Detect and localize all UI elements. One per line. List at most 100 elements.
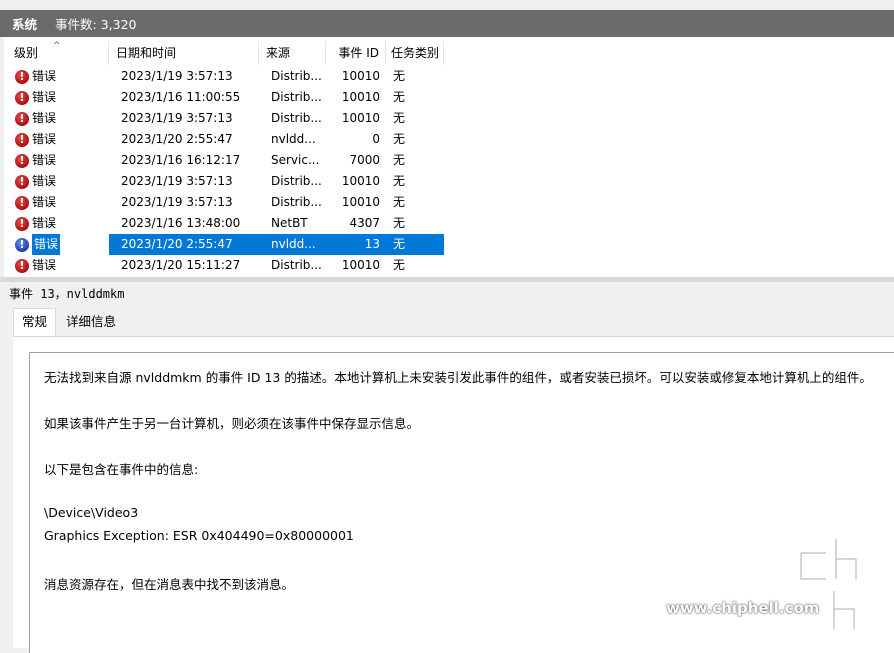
cell-source: Servic... [271,153,320,167]
level-text: 错误 [32,174,57,188]
cell-level: ! 错误 [9,171,109,192]
column-header-row: ^ 级别 日期和时间 来源 事件 ID 任务类别 [9,41,444,65]
table-row[interactable]: ! 错误 2023/1/16 13:48:00 NetBT 4307 无 [9,213,444,234]
cell-date: 2023/1/19 3:57:13 [121,69,233,83]
table-row[interactable]: ! 错误 2023/1/20 15:11:27 Distrib... 10010 无 [9,255,444,276]
cell-level: ! 错误 [9,108,109,129]
cell-task: 无 [393,90,406,104]
table-row[interactable]: ! 错误 2023/1/19 3:57:13 Distrib... 10010 无 [9,171,444,192]
cell-level: ! 错误 [9,234,109,255]
cell-event-id: 13 [364,237,380,251]
level-text: 错误 [32,258,57,272]
message-line: 无法找到来自源 nvlddmkm 的事件 ID 13 的描述。本地计算机上未安装… [44,370,872,385]
table-row[interactable]: ! 错误 2023/1/16 11:00:55 Distrib... 10010 无 [9,87,444,108]
table-row[interactable]: ! 错误 2023/1/19 3:57:13 Distrib... 10010 无 [9,108,444,129]
cell-level: ! 错误 [9,255,109,276]
cell-source: nvldd... [271,132,316,146]
cell-event-id: 4307 [349,216,380,230]
cell-event-id: 10010 [341,174,380,188]
message-line: Graphics Exception: ESR 0x404490=0x80000… [44,528,354,543]
column-header-task[interactable]: 任务类别 [386,41,444,65]
level-text: 错误 [32,111,57,125]
error-icon: ! [15,195,29,210]
log-name: 系统 [12,17,38,32]
cell-level: ! 错误 [9,66,109,87]
table-row[interactable]: ! 错误 2023/1/20 2:55:47 nvldd... 0 无 [9,129,444,150]
level-text: 错误 [32,132,57,146]
tab-details[interactable]: 详细信息 [58,309,124,335]
cell-task: 无 [393,237,406,251]
table-row[interactable]: ! 错误 2023/1/16 16:12:17 Servic... 7000 无 [9,150,444,171]
cell-level: ! 错误 [9,192,109,213]
level-text: 错误 [32,90,57,104]
cell-task: 无 [393,195,406,209]
chiphell-logo-icon [796,534,886,633]
error-icon: ! [15,69,29,84]
cell-date: 2023/1/19 3:57:13 [121,174,233,188]
event-list-pane: ^ 级别 日期和时间 来源 事件 ID 任务类别 ! 错误 2023/1/19 3:… [0,37,894,277]
message-line: \Device\Video3 [44,505,139,520]
cell-event-id: 10010 [341,69,380,83]
table-row[interactable]: ! 错误 2023/1/20 2:55:47 nvldd... 13 无 [9,234,444,255]
table-row[interactable]: ! 错误 2023/1/19 3:57:13 Distrib... 10010 无 [9,192,444,213]
sort-ascending-icon: ^ [53,41,61,51]
level-text: 错误 [32,153,57,167]
cell-source: NetBT [271,216,308,230]
event-count: 事件数: 3,320 [55,17,137,32]
cell-event-id: 10010 [341,258,380,272]
level-text: 错误 [32,69,57,83]
cell-source: Distrib... [271,258,322,272]
cell-task: 无 [393,174,406,188]
cell-date: 2023/1/16 13:48:00 [121,216,241,230]
cell-level: ! 错误 [9,150,109,171]
level-text: 错误 [32,216,57,230]
cell-source: Distrib... [271,69,322,83]
top-strip [0,0,894,10]
error-icon: ! [15,258,29,273]
cell-event-id: 10010 [341,195,380,209]
cell-level: ! 错误 [9,213,109,234]
detail-tabs: 常规 详细信息 [13,308,124,337]
error-icon: ! [15,111,29,126]
message-line: 以下是包含在事件中的信息: [44,462,199,477]
column-header-event-id[interactable]: 事件 ID [326,41,386,65]
table-row[interactable]: ! 错误 2023/1/19 3:57:13 Distrib... 10010 无 [9,66,444,87]
cell-event-id: 7000 [349,153,380,167]
event-detail-title: 事件 13，nvlddmkm [9,287,125,301]
cell-date: 2023/1/19 3:57:13 [121,195,233,209]
cell-task: 无 [393,258,406,272]
error-icon: ! [15,237,29,252]
site-watermark: www.chiphell.com [666,533,886,633]
cell-date: 2023/1/16 16:12:17 [121,153,241,167]
column-header-label: 日期和时间 [116,46,177,60]
cell-source: nvldd... [271,237,316,251]
cell-task: 无 [393,111,406,125]
error-icon: ! [15,132,29,147]
cell-task: 无 [393,216,406,230]
cell-task: 无 [393,69,406,83]
cell-task: 无 [393,153,406,167]
message-line: 如果该事件产生于另一台计算机，则必须在该事件中保存显示信息。 [44,416,420,431]
cell-event-id: 10010 [341,90,380,104]
column-header-source[interactable]: 来源 [259,41,326,65]
cell-date: 2023/1/20 15:11:27 [121,258,241,272]
column-header-label: 任务类别 [391,46,440,60]
column-header-label: 事件 ID [338,46,379,60]
column-header-level[interactable]: ^ 级别 [9,41,109,65]
cell-date: 2023/1/16 11:00:55 [121,90,241,104]
tab-general[interactable]: 常规 [13,308,57,337]
cell-level: ! 错误 [9,129,109,150]
error-icon: ! [15,90,29,105]
column-header-date[interactable]: 日期和时间 [109,41,259,65]
message-line: 消息资源存在，但在消息表中找不到该消息。 [44,577,295,592]
error-icon: ! [15,174,29,189]
cell-source: Distrib... [271,174,322,188]
cell-source: Distrib... [271,90,322,104]
cell-source: Distrib... [271,111,322,125]
level-text: 错误 [32,195,57,209]
cell-level: ! 错误 [9,87,109,108]
column-header-label: 来源 [266,46,291,60]
error-icon: ! [15,216,29,231]
cell-event-id: 10010 [341,111,380,125]
cell-date: 2023/1/19 3:57:13 [121,111,233,125]
